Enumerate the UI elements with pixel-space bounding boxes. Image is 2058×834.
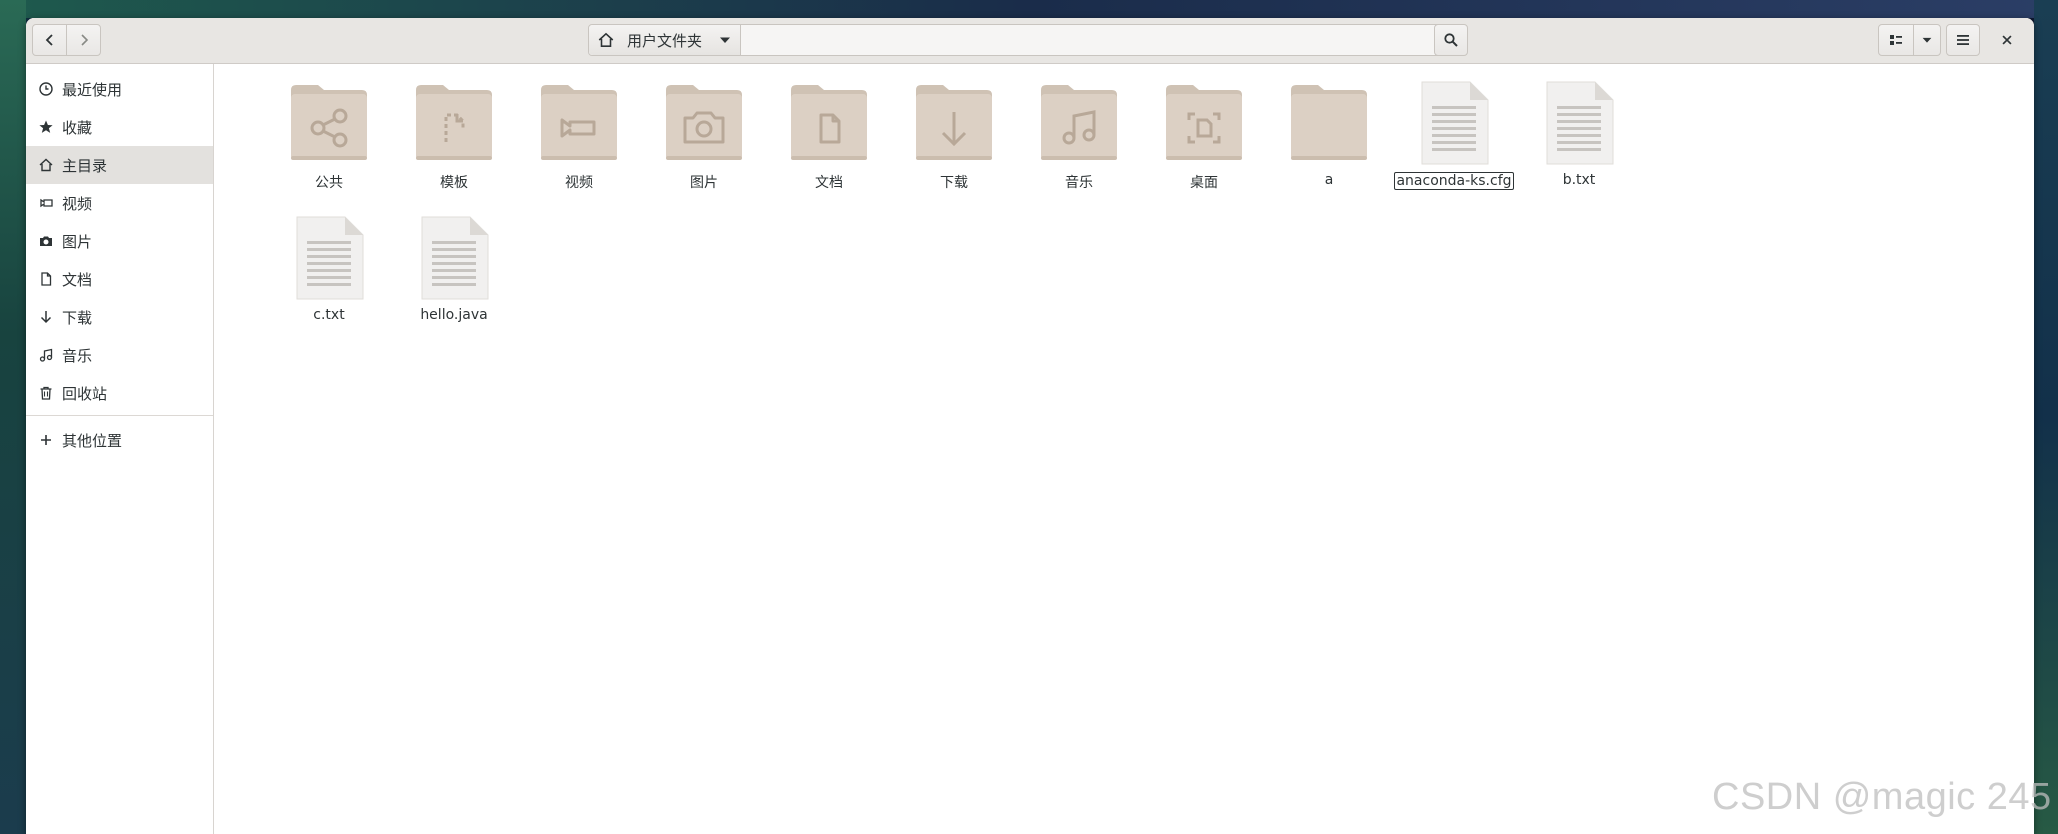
sidebar-item-starred[interactable]: 收藏 bbox=[26, 108, 213, 146]
headerbar: 用户文件夹 bbox=[26, 18, 2034, 64]
sidebar-item-home[interactable]: 主目录 bbox=[26, 146, 213, 184]
sidebar-item-label: 回收站 bbox=[62, 384, 108, 403]
desktop-folder-icon bbox=[1166, 85, 1242, 160]
music-folder-icon bbox=[1041, 85, 1117, 160]
sidebar-item-recent[interactable]: 最近使用 bbox=[26, 70, 213, 108]
navigation-buttons bbox=[32, 24, 102, 56]
text-file-icon bbox=[1546, 81, 1614, 165]
menu-button[interactable] bbox=[1946, 24, 1980, 56]
path-crumb-label: 用户文件夹 bbox=[627, 31, 703, 50]
chevron-left-icon bbox=[45, 34, 53, 46]
file-name: a bbox=[1324, 172, 1334, 188]
desktop-background-left bbox=[0, 0, 26, 834]
document-icon bbox=[41, 272, 52, 286]
sidebar-item-label: 视频 bbox=[62, 194, 93, 213]
folder-icon bbox=[1291, 85, 1367, 160]
sidebar-item-downloads[interactable]: 下载 bbox=[26, 298, 213, 336]
sidebar-item-label: 文档 bbox=[62, 270, 93, 289]
file-name: hello.java bbox=[420, 307, 488, 323]
search-button[interactable] bbox=[1434, 24, 1468, 56]
hamburger-menu-icon bbox=[1957, 35, 1969, 45]
file-name: 文档 bbox=[815, 175, 843, 191]
download-icon bbox=[40, 311, 52, 324]
folder-item[interactable]: 文档 bbox=[759, 80, 899, 200]
plus-icon bbox=[41, 435, 51, 445]
text-file-icon bbox=[1421, 81, 1489, 165]
folder-item[interactable]: 下载 bbox=[884, 80, 1024, 200]
sidebar-item-documents[interactable]: 文档 bbox=[26, 260, 213, 298]
file-name: 桌面 bbox=[1190, 175, 1218, 191]
file-name: c.txt bbox=[313, 307, 345, 323]
watermark-text: CSDN @magic 245 bbox=[1712, 776, 2052, 818]
video-icon bbox=[40, 198, 53, 208]
file-name: 下载 bbox=[940, 175, 968, 191]
template-folder-icon bbox=[416, 85, 492, 160]
file-item-selected[interactable]: anaconda-ks.cfg bbox=[1384, 80, 1524, 200]
chevron-down-icon bbox=[1922, 37, 1932, 43]
close-icon bbox=[2002, 35, 2012, 45]
file-manager-window: 用户文件夹 最近使用 收藏 主目录 视频 图片 文档 下载 音乐 回收站 其他位… bbox=[26, 18, 2034, 834]
sidebar-item-trash[interactable]: 回收站 bbox=[26, 374, 213, 412]
folder-item[interactable]: a bbox=[1259, 80, 1399, 200]
folder-item[interactable]: 公共 bbox=[259, 80, 399, 200]
forward-button[interactable] bbox=[66, 24, 101, 56]
sidebar-item-label: 主目录 bbox=[62, 156, 108, 175]
share-folder-icon bbox=[291, 85, 367, 160]
sidebar-separator bbox=[26, 415, 213, 416]
folder-item[interactable]: 模板 bbox=[384, 80, 524, 200]
chevron-right-icon bbox=[80, 34, 88, 46]
sidebar-item-videos[interactable]: 视频 bbox=[26, 184, 213, 222]
folder-item[interactable]: 桌面 bbox=[1134, 80, 1274, 200]
sidebar-item-label: 最近使用 bbox=[62, 80, 123, 99]
view-options-dropdown[interactable] bbox=[1913, 24, 1941, 56]
home-icon bbox=[39, 158, 53, 172]
sidebar-item-other-locations[interactable]: 其他位置 bbox=[26, 421, 213, 459]
sidebar-item-pictures[interactable]: 图片 bbox=[26, 222, 213, 260]
file-name: anaconda-ks.cfg bbox=[1394, 172, 1514, 190]
path-crumb-home[interactable]: 用户文件夹 bbox=[589, 25, 741, 55]
list-view-icon bbox=[1890, 35, 1902, 45]
desktop-background-top bbox=[0, 0, 2058, 18]
text-file-icon bbox=[421, 216, 489, 300]
view-mode-button[interactable] bbox=[1878, 24, 1914, 56]
path-bar[interactable]: 用户文件夹 bbox=[588, 24, 1454, 56]
document-folder-icon bbox=[791, 85, 867, 160]
music-icon bbox=[39, 348, 53, 362]
file-name: 视频 bbox=[565, 175, 593, 191]
back-button[interactable] bbox=[32, 24, 67, 56]
file-view: 公共 模板 视频 图片 文档 下载 音乐 桌面 a anaconda-ks.cf… bbox=[215, 64, 2034, 834]
search-icon bbox=[1444, 33, 1458, 47]
clock-icon bbox=[39, 82, 53, 96]
file-name: 音乐 bbox=[1065, 175, 1093, 191]
folder-item[interactable]: 音乐 bbox=[1009, 80, 1149, 200]
sidebar-item-label: 下载 bbox=[62, 308, 93, 327]
file-name: b.txt bbox=[1562, 172, 1596, 188]
desktop-background-right bbox=[2034, 0, 2058, 834]
sidebar-item-label: 收藏 bbox=[62, 118, 93, 137]
file-item[interactable]: c.txt bbox=[259, 215, 399, 335]
file-name: 公共 bbox=[315, 175, 343, 191]
star-icon bbox=[39, 120, 53, 133]
sidebar-item-music[interactable]: 音乐 bbox=[26, 336, 213, 374]
sidebar-item-label: 其他位置 bbox=[62, 431, 123, 450]
trash-icon bbox=[40, 386, 52, 400]
places-sidebar: 最近使用 收藏 主目录 视频 图片 文档 下载 音乐 回收站 其他位置 bbox=[26, 64, 214, 834]
sidebar-item-label: 音乐 bbox=[62, 346, 93, 365]
home-icon bbox=[598, 32, 614, 47]
video-folder-icon bbox=[541, 85, 617, 160]
camera-icon bbox=[40, 236, 52, 246]
text-file-icon bbox=[296, 216, 364, 300]
close-window-button[interactable] bbox=[1990, 24, 2024, 56]
download-folder-icon bbox=[916, 85, 992, 160]
file-item[interactable]: b.txt bbox=[1509, 80, 1649, 200]
folder-item[interactable]: 视频 bbox=[509, 80, 649, 200]
file-item[interactable]: hello.java bbox=[384, 215, 524, 335]
chevron-down-icon bbox=[720, 37, 730, 43]
file-name: 模板 bbox=[440, 175, 468, 191]
file-name: 图片 bbox=[690, 175, 718, 191]
sidebar-item-label: 图片 bbox=[62, 232, 93, 251]
folder-item[interactable]: 图片 bbox=[634, 80, 774, 200]
camera-folder-icon bbox=[666, 85, 742, 160]
